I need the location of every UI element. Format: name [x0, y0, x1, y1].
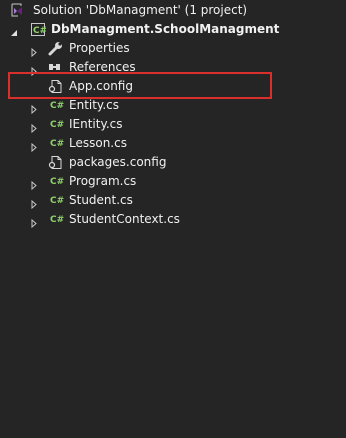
expand-arrow-icon[interactable]	[31, 120, 37, 134]
tree-item-label: Student.cs	[69, 193, 133, 207]
tree-item-label: Program.cs	[69, 174, 137, 188]
csharp-file-icon: C#	[48, 212, 64, 227]
wrench-icon	[48, 41, 64, 56]
csharp-file-icon: C#	[48, 98, 64, 113]
csharp-icon-text: C#	[50, 215, 64, 225]
tree-item-label: References	[69, 60, 136, 74]
tree-item-program-cs[interactable]: C# Program.cs	[0, 172, 346, 191]
tree-item-label: IEntity.cs	[69, 117, 123, 131]
tree-item-label: App.config	[69, 79, 133, 93]
tree-item-entity-cs[interactable]: C# Entity.cs	[0, 96, 346, 115]
csharp-icon-text: C#	[50, 177, 64, 187]
expand-arrow-icon[interactable]	[31, 101, 37, 115]
tree-item-properties[interactable]: Properties	[0, 39, 346, 58]
tree-item-references[interactable]: References	[0, 58, 346, 77]
csharp-icon-text: C#	[50, 101, 64, 111]
csharp-file-icon: C#	[48, 136, 64, 151]
tree-item-lesson-cs[interactable]: C# Lesson.cs	[0, 134, 346, 153]
project-icon-text: C#	[33, 26, 46, 36]
tree-item-student-cs[interactable]: C# Student.cs	[0, 191, 346, 210]
csharp-file-icon: C#	[48, 174, 64, 189]
config-file-icon	[48, 79, 64, 94]
references-icon	[48, 60, 64, 75]
expand-arrow-icon[interactable]	[31, 44, 37, 58]
csharp-file-icon: C#	[48, 193, 64, 208]
visual-studio-solution-icon	[10, 3, 26, 18]
csharp-icon-text: C#	[50, 196, 64, 206]
csharp-file-icon: C#	[48, 117, 64, 132]
tree-item-app-config[interactable]: App.config	[0, 77, 346, 96]
tree-item-project[interactable]: C# DbManagment.SchoolManagment	[0, 20, 346, 39]
csharp-icon-text: C#	[50, 139, 64, 149]
tree-item-solution[interactable]: Solution 'DbManagment' (1 project)	[0, 1, 346, 20]
tree-item-label: Lesson.cs	[69, 136, 127, 150]
collapse-arrow-icon[interactable]	[11, 25, 17, 36]
csharp-icon-text: C#	[50, 120, 64, 130]
tree-item-label: Entity.cs	[69, 98, 119, 112]
tree-item-label: packages.config	[69, 155, 167, 169]
expand-arrow-icon[interactable]	[31, 215, 37, 229]
project-label: DbManagment.SchoolManagment	[51, 22, 280, 36]
tree-item-studentcontext-cs[interactable]: C# StudentContext.cs	[0, 210, 346, 229]
tree-item-ientity-cs[interactable]: C# IEntity.cs	[0, 115, 346, 134]
expand-arrow-icon[interactable]	[31, 63, 37, 77]
config-file-icon	[48, 155, 64, 170]
tree-item-label: Properties	[69, 41, 130, 55]
solution-label: Solution 'DbManagment' (1 project)	[33, 3, 248, 17]
expand-arrow-icon[interactable]	[31, 196, 37, 210]
expand-arrow-icon[interactable]	[31, 177, 37, 191]
tree-item-label: StudentContext.cs	[69, 212, 180, 226]
expand-arrow-icon[interactable]	[31, 139, 37, 153]
tree-item-packages-config[interactable]: packages.config	[0, 153, 346, 172]
solution-explorer-tree: Solution 'DbManagment' (1 project) C# Db…	[0, 1, 346, 229]
csharp-project-icon: C#	[30, 22, 47, 37]
